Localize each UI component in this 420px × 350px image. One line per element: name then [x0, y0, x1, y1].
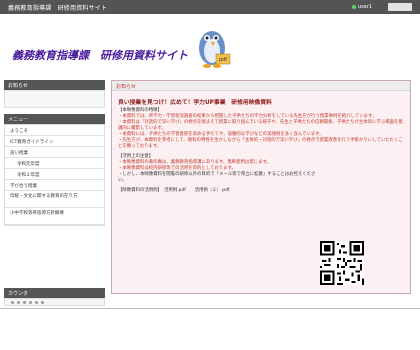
online-status-icon	[352, 5, 356, 9]
logo-text: pdf	[219, 57, 227, 63]
qr-code-image	[320, 241, 364, 285]
penguin-mascot-icon: pdf	[199, 31, 231, 68]
top-bar: 義務教育指導課 研修用資料サイト user1	[0, 0, 420, 14]
article-heading: 良い授業を見つけ！広めて！学力UP事業 研修用映像資料	[118, 100, 272, 106]
sidebar-item-guidance-policy[interactable]: 小中学校等県指導方針概要	[5, 208, 104, 225]
article-body: 【本映像資料の特徴】 ・本資料では、県学力・学習状況調査の結果から把握した子供た…	[118, 108, 406, 194]
sidebar-item-good-lessons[interactable]: 良い授業	[5, 147, 104, 158]
feature-line: ・本資料は「対話的で深い学び」の視点を踏まえて授業に取り組んでいる様子や、先生と…	[118, 120, 403, 131]
notice-tab-label: お知らせ	[116, 84, 136, 90]
notice-panel: お知らせ 良い授業を見つけ！広めて！学力UP事業 研修用映像資料 【本映像資料の…	[111, 80, 411, 294]
usage-examples-links[interactable]: 【映像資料の活用例】 活用例.pdf 活用例（２）.pdf	[118, 188, 406, 194]
account-button[interactable]	[388, 3, 412, 11]
notice-heading: お知らせ	[4, 80, 105, 90]
counter-strip	[4, 298, 105, 306]
sidebar-item-collaborative[interactable]: 学び合う授業	[5, 180, 104, 191]
sidebar-item-ict-guideline[interactable]: ICT教育ガイドライン	[5, 136, 104, 147]
feature-line: ・先生方が、本資料を参考にして、教科の特性を生かしながら「主体的・対話的で深い学…	[118, 138, 403, 149]
notice-block	[4, 90, 105, 108]
note-line: ・しかし、本映像資料を閲覧の研修以外の目的で「メール等で県立に拡散」することはお…	[118, 172, 316, 183]
menu-heading: メニュー	[4, 114, 105, 124]
site-header: 義務教育指導課 研修用資料サイト pdf	[0, 14, 420, 76]
sidebar-item-welcome[interactable]: ようこそ	[5, 125, 104, 136]
counter-heading: カウンタ	[4, 288, 105, 298]
footer-divider	[0, 308, 420, 309]
user-label[interactable]: user1	[358, 4, 372, 10]
sidebar: お知らせ メニュー ようこそ ICT教育ガイドライン 良い授業 令和元年度 令和…	[4, 80, 105, 226]
sidebar-item-tradition-culture[interactable]: 伝統・文化に関する教育の在り方	[5, 191, 104, 208]
site-name[interactable]: 義務教育指導課 研修用資料サイト	[8, 3, 107, 12]
sidebar-item-reiwa-2[interactable]: 令和２年度	[5, 169, 104, 180]
sidebar-item-reiwa-1[interactable]: 令和元年度	[5, 158, 104, 169]
site-title[interactable]: 義務教育指導課 研修用資料サイト	[12, 47, 188, 63]
menu-list: ようこそ ICT教育ガイドライン 良い授業 令和元年度 令和２年度 学び合う授業…	[4, 124, 105, 226]
notice-tab: お知らせ	[112, 81, 410, 91]
